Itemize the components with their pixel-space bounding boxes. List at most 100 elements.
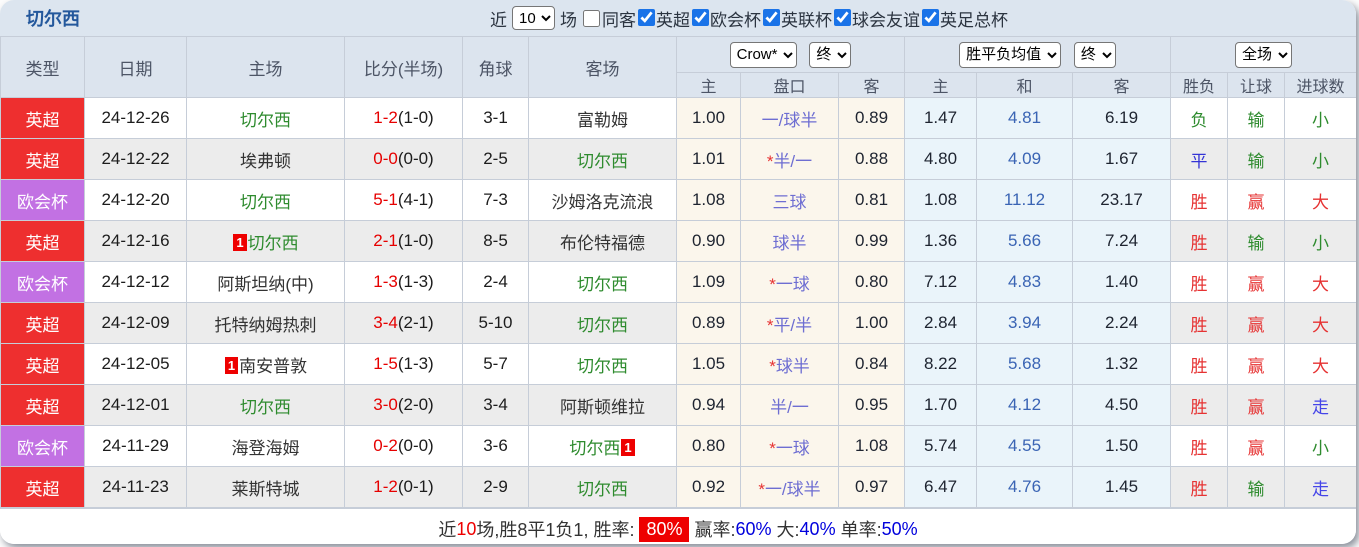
halftime-score: (4-1)	[398, 190, 434, 209]
halftime-score: (1-0)	[398, 108, 434, 127]
home-team: 切尔西	[187, 180, 345, 221]
result-handicap: 输	[1228, 467, 1285, 508]
corner-score: 2-9	[463, 467, 529, 508]
matches-label: 场	[560, 6, 577, 31]
league-checkbox-label: 球会友谊	[852, 11, 920, 30]
team-name: 南安普敦	[239, 357, 307, 376]
team-name: 托特纳姆热刺	[215, 316, 317, 335]
league-checkbox-4[interactable]	[922, 9, 939, 26]
scope-select[interactable]: 全场	[1235, 42, 1292, 68]
subcol-result-wdl: 胜负	[1171, 73, 1228, 98]
corner-score: 8-5	[463, 221, 529, 262]
europe-odds-header: 胜平负均值 终	[905, 37, 1171, 73]
asian-handicap-line: *半/一	[741, 139, 839, 180]
asian-home-odds: 0.94	[677, 385, 741, 426]
col-header-corner: 角球	[463, 37, 529, 98]
team-name: 富勒姆	[577, 111, 628, 130]
asian-away-odds: 0.81	[839, 180, 905, 221]
result-goals: 小	[1285, 426, 1356, 467]
result-goals: 走	[1285, 467, 1356, 508]
top-bar: 切尔西 近 10 场 同客 英超欧会杯英联杯球会友谊英足总杯	[0, 0, 1356, 36]
result-goals: 大	[1285, 262, 1356, 303]
team-name: 莱斯特城	[232, 480, 300, 499]
summary-text: 赢率:	[694, 516, 735, 542]
summary-text: 单率:	[836, 516, 882, 542]
corner-score: 7-3	[463, 180, 529, 221]
halftime-score: (2-1)	[398, 313, 434, 332]
away-team: 切尔西1	[529, 426, 677, 467]
same-venue-label: 同客	[602, 6, 636, 31]
league-checkbox-group: 英超欧会杯英联杯球会友谊英足总杯	[636, 6, 1008, 31]
fulltime-score: 0-2	[373, 436, 398, 455]
corner-score: 2-5	[463, 139, 529, 180]
fulltime-score: 2-1	[373, 231, 398, 250]
team-name: 切尔西	[577, 480, 628, 499]
match-date: 24-12-20	[85, 180, 187, 221]
europe-draw-odds: 4.55	[977, 426, 1073, 467]
europe-draw-odds: 11.12	[977, 180, 1073, 221]
subcol-eu-away: 客	[1073, 73, 1171, 98]
result-wdl: 胜	[1171, 180, 1228, 221]
same-venue-checkbox[interactable]	[583, 10, 600, 27]
europe-home-odds: 1.47	[905, 98, 977, 139]
match-score: 0-2(0-0)	[345, 426, 463, 467]
summary-text: 近	[438, 516, 456, 542]
europe-odds-select[interactable]: 胜平负均值	[959, 42, 1061, 68]
asian-away-odds: 0.89	[839, 98, 905, 139]
match-date: 24-12-09	[85, 303, 187, 344]
league-checkbox-3[interactable]	[834, 9, 851, 26]
europe-home-odds: 7.12	[905, 262, 977, 303]
corner-score: 3-1	[463, 98, 529, 139]
team-name: 切尔西	[240, 193, 291, 212]
result-wdl: 胜	[1171, 426, 1228, 467]
result-goals: 大	[1285, 180, 1356, 221]
europe-time-select[interactable]: 终	[1074, 42, 1116, 68]
league-badge: 英超	[1, 467, 85, 508]
result-handicap: 输	[1228, 139, 1285, 180]
asian-handicap-line: *一/球半	[741, 467, 839, 508]
europe-away-odds: 1.45	[1073, 467, 1171, 508]
match-score: 1-2(0-1)	[345, 467, 463, 508]
handicap-text: 一球	[776, 275, 810, 294]
halftime-score: (2-0)	[398, 395, 434, 414]
result-wdl: 胜	[1171, 344, 1228, 385]
handicap-star: *	[758, 480, 765, 499]
europe-draw-odds: 4.12	[977, 385, 1073, 426]
col-header-away: 客场	[529, 37, 677, 98]
halftime-score: (0-0)	[398, 149, 434, 168]
odds-time-select[interactable]: 终	[809, 42, 851, 68]
recent-count-select[interactable]: 10	[512, 6, 555, 30]
match-score: 1-3(1-3)	[345, 262, 463, 303]
halftime-score: (1-3)	[398, 272, 434, 291]
fulltime-score: 1-5	[373, 354, 398, 373]
result-wdl: 负	[1171, 98, 1228, 139]
league-checkbox-1[interactable]	[692, 9, 709, 26]
asian-home-odds: 1.01	[677, 139, 741, 180]
col-header-type: 类型	[1, 37, 85, 98]
col-header-home: 主场	[187, 37, 345, 98]
europe-draw-odds: 5.66	[977, 221, 1073, 262]
col-header-date: 日期	[85, 37, 187, 98]
team-name: 切尔西	[240, 398, 291, 417]
handicap-text: 球半	[776, 357, 810, 376]
match-date: 24-12-22	[85, 139, 187, 180]
fulltime-score: 3-4	[373, 313, 398, 332]
league-badge: 英超	[1, 303, 85, 344]
asian-away-odds: 1.00	[839, 303, 905, 344]
europe-away-odds: 7.24	[1073, 221, 1171, 262]
europe-home-odds: 1.08	[905, 180, 977, 221]
league-checkbox-2[interactable]	[763, 9, 780, 26]
odds-company-select[interactable]: Crow*	[730, 42, 797, 68]
corner-score: 3-6	[463, 426, 529, 467]
league-checkbox-0[interactable]	[638, 9, 655, 26]
result-goals: 小	[1285, 221, 1356, 262]
league-badge: 英超	[1, 221, 85, 262]
team-name: 阿斯顿维拉	[560, 398, 645, 417]
asian-away-odds: 0.95	[839, 385, 905, 426]
europe-draw-odds: 5.68	[977, 344, 1073, 385]
asian-home-odds: 0.92	[677, 467, 741, 508]
match-score: 1-2(1-0)	[345, 98, 463, 139]
subcol-result-goal: 进球数	[1285, 73, 1356, 98]
win-rate-badge: 80%	[639, 517, 689, 542]
home-team: 莱斯特城	[187, 467, 345, 508]
